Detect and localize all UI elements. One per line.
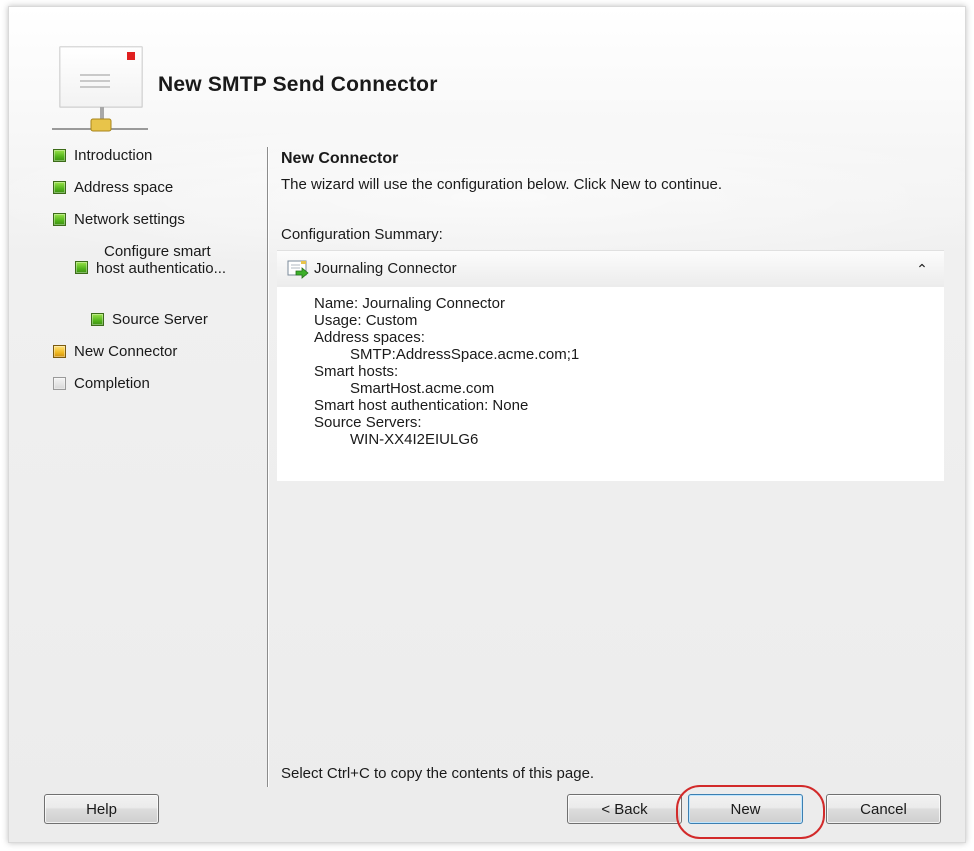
summary-panel-body: Name: Journaling Connector Usage: Custom… (277, 287, 944, 481)
step-label: New Connector (74, 343, 178, 360)
step-new-connector: New Connector (53, 343, 177, 360)
step-introduction: Introduction (53, 147, 152, 164)
step-configure-smart-host-authentication: Configure smart host authenticatio... (75, 243, 226, 277)
collapse-chevron-icon[interactable]: ⌃ (914, 261, 930, 277)
step-label: Completion (74, 375, 150, 392)
step-label: Source Server (112, 311, 208, 328)
summary-panel-title: Journaling Connector (314, 260, 457, 277)
summary-line-smart-hosts-label: Smart hosts: (314, 363, 399, 380)
step-address-space: Address space (53, 179, 173, 196)
page-description: The wizard will use the configuration be… (281, 176, 723, 193)
back-button[interactable]: < Back (567, 794, 682, 824)
step-current-icon (53, 345, 66, 358)
step-complete-icon (75, 261, 88, 274)
step-network-settings: Network settings (53, 211, 185, 228)
summary-line-smart-host-value: SmartHost.acme.com (350, 380, 495, 397)
help-button[interactable]: Help (44, 794, 159, 824)
step-complete-icon (91, 313, 104, 326)
summary-panel-header[interactable]: Journaling Connector ⌃ (277, 250, 944, 288)
copy-hint-text: Select Ctrl+C to copy the contents of th… (281, 765, 595, 782)
step-pending-icon (53, 377, 66, 390)
step-label: Address space (74, 179, 174, 196)
step-completion: Completion (53, 375, 150, 392)
summary-line-address-spaces-label: Address spaces: (314, 329, 425, 346)
step-complete-icon (53, 181, 66, 194)
step-complete-icon (53, 149, 66, 162)
page-title: New Connector (281, 150, 399, 167)
wizard-title: New SMTP Send Connector (158, 73, 438, 96)
summary-line-source-servers-label: Source Servers: (314, 414, 422, 431)
step-label: Introduction (74, 147, 153, 164)
summary-line-source-server-value: WIN-XX4I2EIULG6 (350, 431, 479, 448)
configuration-summary-label: Configuration Summary: (281, 226, 443, 243)
smtp-connector-icon (52, 46, 148, 132)
nav-divider (267, 147, 268, 787)
step-complete-icon (53, 213, 66, 226)
cancel-button[interactable]: Cancel (826, 794, 941, 824)
send-connector-icon (287, 260, 309, 279)
step-source-server: Source Server (91, 311, 208, 328)
summary-line-usage: Usage: Custom (314, 312, 418, 329)
wizard-window: New SMTP Send Connector Introduction Add… (8, 6, 966, 843)
summary-details: Name: Journaling Connector Usage: Custom… (314, 295, 579, 448)
step-label-line1: Configure smart (104, 243, 211, 260)
summary-line-name: Name: Journaling Connector (314, 295, 505, 312)
step-label: Configure smart host authenticatio... (96, 243, 226, 277)
summary-line-smart-host-auth: Smart host authentication: None (314, 397, 529, 414)
step-label: Network settings (74, 211, 185, 228)
summary-line-address-space-value: SMTP:AddressSpace.acme.com;1 (350, 346, 580, 363)
step-label-line2: host authenticatio... (96, 260, 227, 277)
new-button[interactable]: New (688, 794, 803, 824)
